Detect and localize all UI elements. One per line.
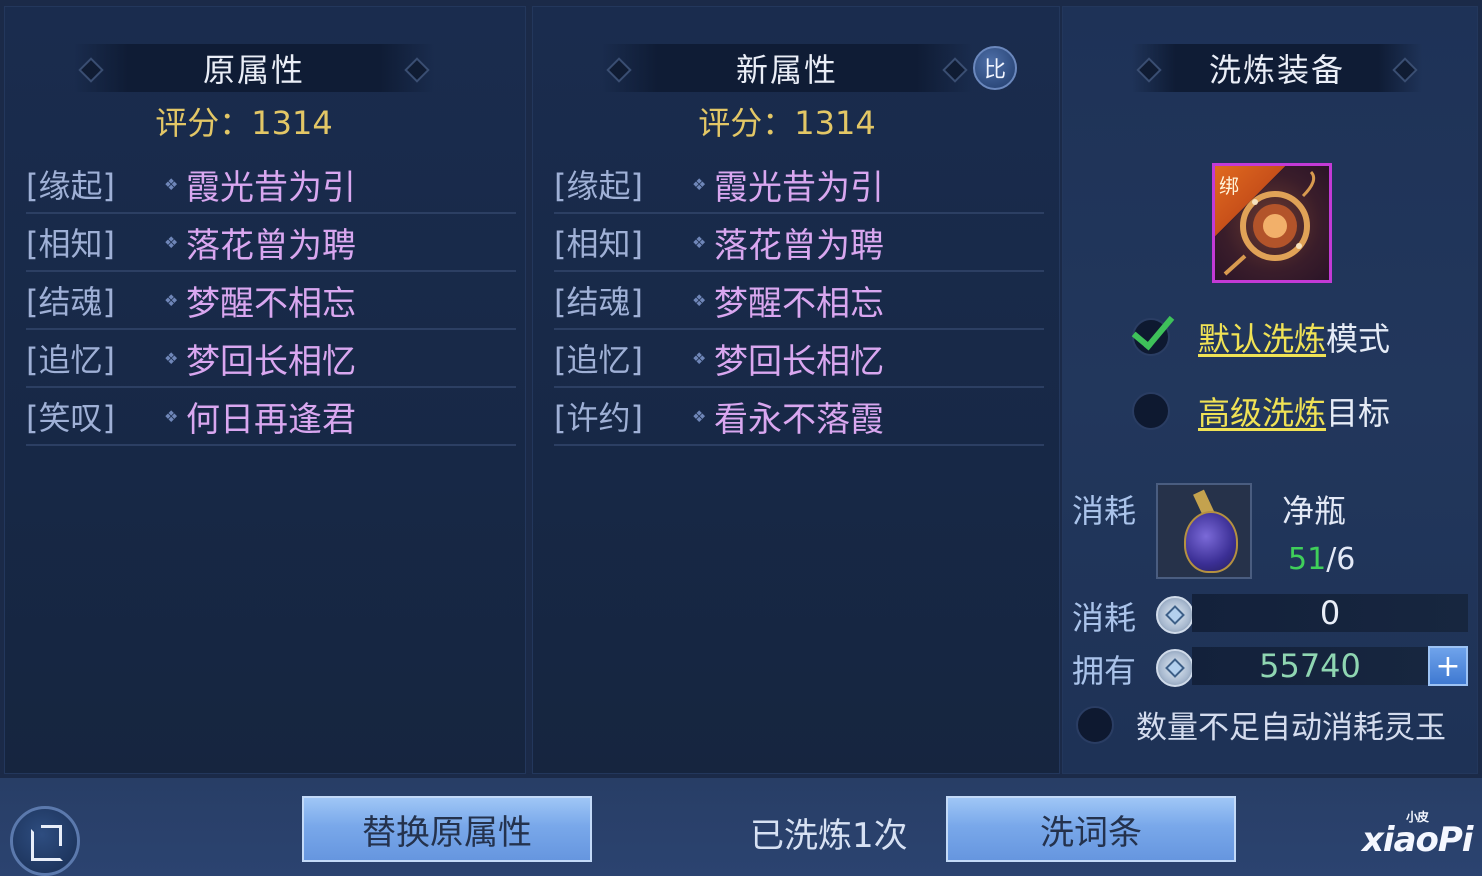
default-mode-option[interactable]: 默认洗炼 模式 <box>1131 305 1391 360</box>
attribute-tag: [追忆] <box>554 341 643 379</box>
attribute-row: [追忆] ❖ 梦回长相忆 <box>26 330 516 388</box>
attribute-tag: [相知] <box>26 225 115 263</box>
attribute-tag: [结魂] <box>554 283 643 321</box>
own-value: 55740 <box>1192 647 1428 685</box>
diamond-bullet-icon: ❖ <box>692 174 707 194</box>
attribute-name: 梦醒不相忘 <box>186 283 356 324</box>
attribute-tag: [缘起] <box>554 167 643 205</box>
attribute-tag: [缘起] <box>26 167 115 205</box>
attribute-name: 霞光昔为引 <box>714 167 884 208</box>
diamond-bullet-icon: ❖ <box>692 290 707 310</box>
attribute-name: 落花曾为聘 <box>714 225 884 266</box>
ornament-icon <box>1136 57 1162 83</box>
original-title: 原属性 <box>202 51 305 89</box>
ornament-icon <box>1392 57 1418 83</box>
share-button[interactable] <box>10 806 80 876</box>
attribute-row: [许约] ❖ 看永不落霞 <box>554 388 1044 446</box>
auto-consume-option[interactable]: 数量不足自动消耗灵玉 <box>1076 702 1446 747</box>
attribute-name: 梦醒不相忘 <box>714 283 884 324</box>
original-title-bar: 原属性 <box>74 44 434 92</box>
default-mode-radio[interactable] <box>1131 305 1175 356</box>
attribute-tag: [许约] <box>554 399 643 437</box>
material-name: 净瓶 <box>1282 492 1347 530</box>
material-have: 51 <box>1288 542 1327 577</box>
material-slot[interactable] <box>1156 483 1252 579</box>
material-need: /6 <box>1326 542 1356 577</box>
original-score: 评分：1314 <box>155 104 333 142</box>
ornament-icon <box>78 57 104 83</box>
original-attribute-list: [缘起] ❖ 霞光昔为引 [相知] ❖ 落花曾为聘 [结魂] ❖ 梦醒不相忘 [… <box>26 156 516 446</box>
default-mode-suffix: 模式 <box>1326 320 1391 358</box>
attribute-row: [缘起] ❖ 霞光昔为引 <box>554 156 1044 214</box>
attribute-tag: [笑叹] <box>26 399 115 437</box>
coin-cost-label: 消耗 <box>1072 599 1137 637</box>
material-count: 51/6 <box>1288 542 1355 577</box>
wash-title: 洗炼装备 <box>1208 51 1345 89</box>
attribute-row: [缘起] ❖ 霞光昔为引 <box>26 156 516 214</box>
new-title: 新属性 <box>735 51 838 89</box>
attribute-row: [结魂] ❖ 梦醒不相忘 <box>26 272 516 330</box>
diamond-bullet-icon: ❖ <box>164 174 179 194</box>
ornament-icon <box>404 57 430 83</box>
add-currency-button[interactable]: + <box>1428 646 1468 686</box>
wash-equipment-panel: 洗炼装备 绑 默认洗炼 模式 高级洗炼 目标 消耗 净瓶 51/6 消耗 0 拥… <box>1062 6 1478 774</box>
silver-coin-icon <box>1156 649 1194 687</box>
attribute-name: 何日再逢君 <box>186 399 356 440</box>
diamond-bullet-icon: ❖ <box>692 232 707 252</box>
original-attributes-panel: 原属性 评分：1314 [缘起] ❖ 霞光昔为引 [相知] ❖ 落花曾为聘 [结… <box>4 6 526 774</box>
share-arrow-icon <box>41 825 62 846</box>
compare-button[interactable]: 比 <box>973 46 1017 90</box>
own-label: 拥有 <box>1072 652 1137 690</box>
wash-count-text: 已洗炼1次 <box>750 816 908 856</box>
auto-consume-radio[interactable] <box>1076 705 1114 744</box>
equipment-slot[interactable]: 绑 <box>1212 163 1332 283</box>
new-score: 评分：1314 <box>698 104 876 142</box>
watermark-logo: xiaoPi 小皮 <box>1362 810 1473 860</box>
attribute-row: [相知] ❖ 落花曾为聘 <box>554 214 1044 272</box>
vial-icon <box>1184 511 1238 573</box>
attribute-name: 梦回长相忆 <box>186 341 356 382</box>
attribute-row: [笑叹] ❖ 何日再逢君 <box>26 388 516 446</box>
advanced-mode-radio[interactable] <box>1132 392 1170 430</box>
diamond-bullet-icon: ❖ <box>692 348 707 368</box>
diamond-bullet-icon: ❖ <box>164 406 179 426</box>
ornament-icon <box>606 57 632 83</box>
diamond-bullet-icon: ❖ <box>164 232 179 252</box>
attribute-name: 看永不落霞 <box>714 399 884 440</box>
default-mode-link[interactable]: 默认洗炼 <box>1198 314 1326 360</box>
wash-entries-button[interactable]: 洗词条 <box>946 796 1236 862</box>
attribute-tag: [结魂] <box>26 283 115 321</box>
moon-pendant-icon <box>1223 170 1316 276</box>
bottom-action-bar: 替换原属性 已洗炼1次 洗词条 <box>0 778 1482 876</box>
attribute-row: [相知] ❖ 落花曾为聘 <box>26 214 516 272</box>
auto-consume-label: 数量不足自动消耗灵玉 <box>1136 710 1446 746</box>
attribute-tag: [相知] <box>554 225 643 263</box>
new-title-bar: 新属性 <box>602 44 972 92</box>
watermark-small-text: 小皮 <box>1406 810 1429 824</box>
replace-original-button[interactable]: 替换原属性 <box>302 796 592 862</box>
diamond-bullet-icon: ❖ <box>164 290 179 310</box>
attribute-row: [结魂] ❖ 梦醒不相忘 <box>554 272 1044 330</box>
advanced-mode-option[interactable]: 高级洗炼 目标 <box>1132 388 1390 434</box>
attribute-tag: [追忆] <box>26 341 115 379</box>
silver-coin-icon <box>1156 596 1194 634</box>
diamond-bullet-icon: ❖ <box>692 406 707 426</box>
attribute-name: 霞光昔为引 <box>186 167 356 208</box>
diamond-bullet-icon: ❖ <box>164 348 179 368</box>
attribute-name: 落花曾为聘 <box>186 225 356 266</box>
watermark-text: xiaoPi <box>1362 820 1473 860</box>
advanced-mode-link[interactable]: 高级洗炼 <box>1198 388 1326 434</box>
attribute-row: [追忆] ❖ 梦回长相忆 <box>554 330 1044 388</box>
checkmark-icon <box>1131 305 1175 351</box>
new-attribute-list: [缘起] ❖ 霞光昔为引 [相知] ❖ 落花曾为聘 [结魂] ❖ 梦醒不相忘 [… <box>554 156 1044 446</box>
material-cost-label: 消耗 <box>1072 492 1137 530</box>
ornament-icon <box>942 57 968 83</box>
advanced-mode-suffix: 目标 <box>1326 394 1391 432</box>
wash-title-bar: 洗炼装备 <box>1132 44 1422 92</box>
new-attributes-panel: 新属性 比 评分：1314 [缘起] ❖ 霞光昔为引 [相知] ❖ 落花曾为聘 … <box>532 6 1060 774</box>
coin-cost-value: 0 <box>1192 594 1468 632</box>
attribute-name: 梦回长相忆 <box>714 341 884 382</box>
